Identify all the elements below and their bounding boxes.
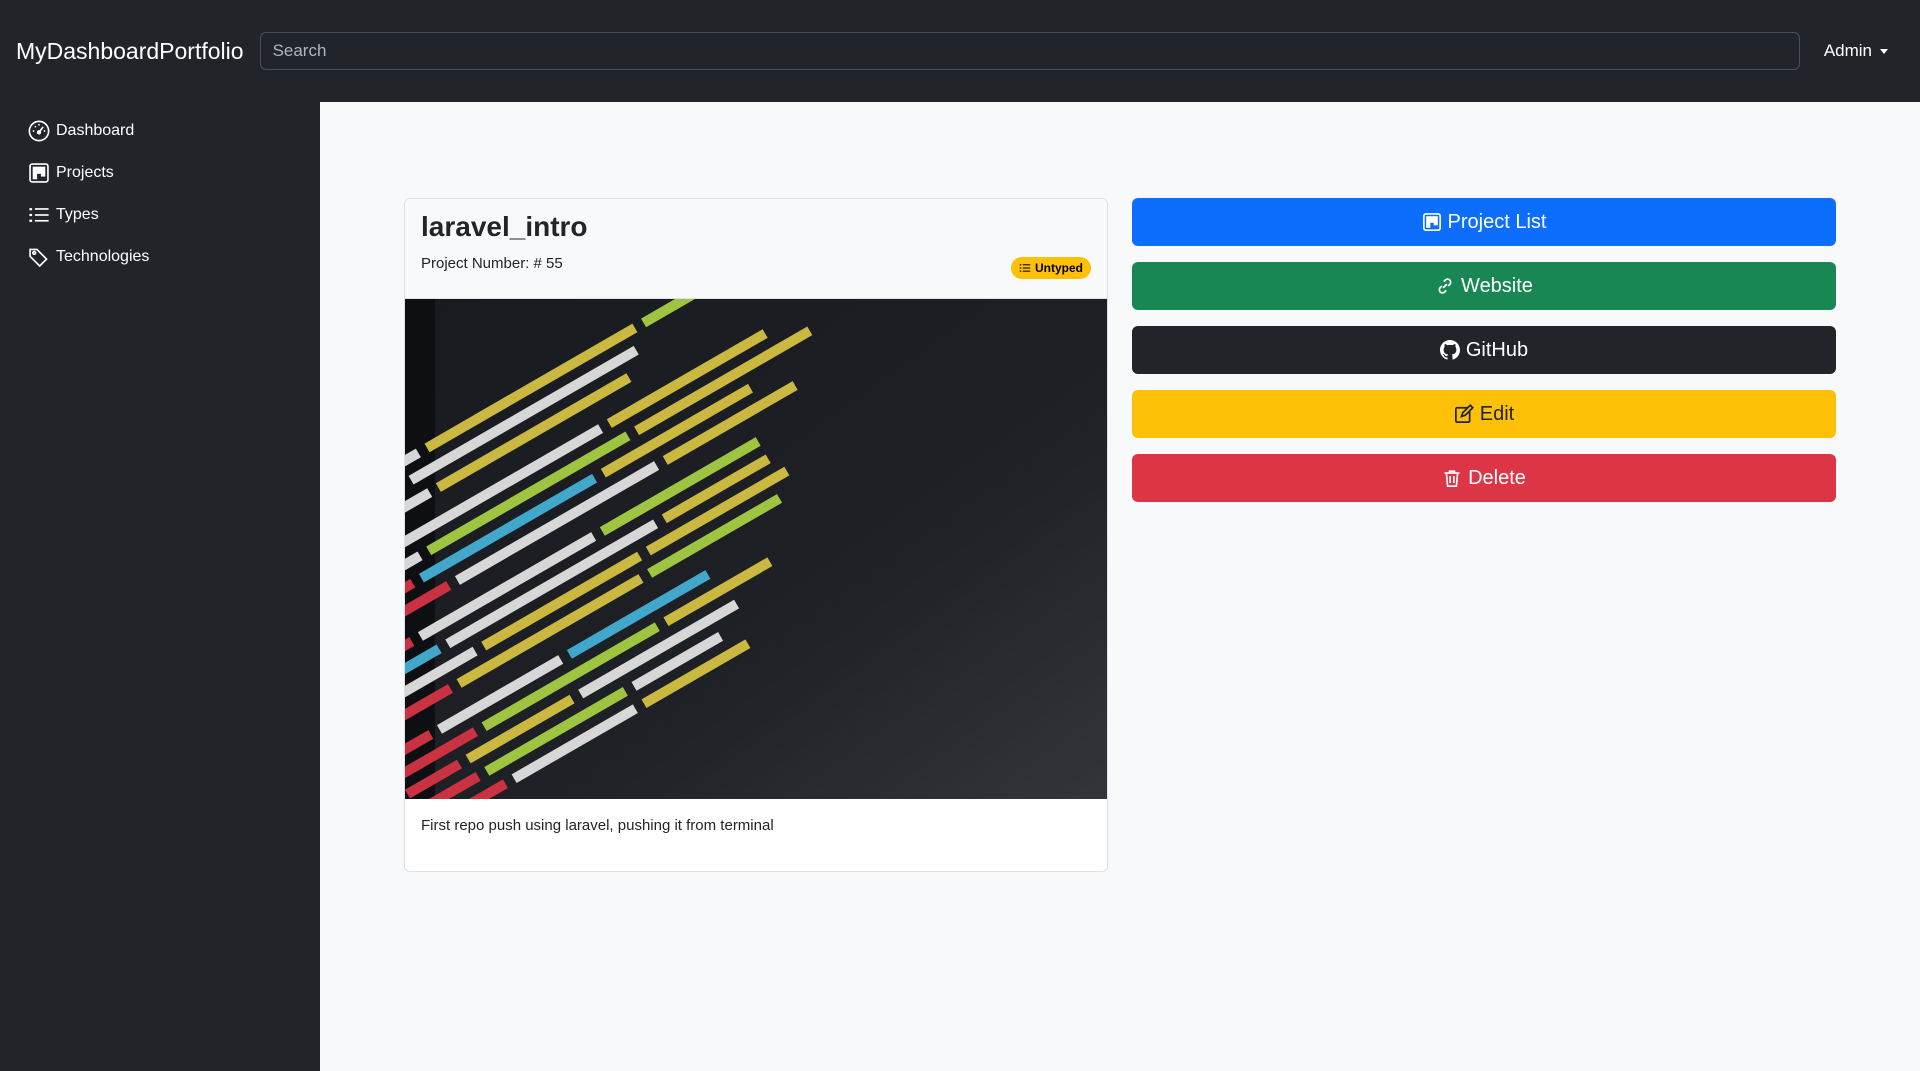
- project-card: laravel_intro Project Number: # 55 Untyp…: [404, 198, 1108, 872]
- sidebar-item-projects[interactable]: Projects: [0, 152, 320, 194]
- button-label: Website: [1461, 274, 1533, 297]
- website-button[interactable]: Website: [1132, 262, 1836, 310]
- edit-button[interactable]: Edit: [1132, 390, 1836, 438]
- button-label: Delete: [1468, 466, 1526, 489]
- project-image: [405, 299, 1107, 799]
- button-label: Project List: [1447, 210, 1547, 233]
- type-badge: Untyped: [1011, 257, 1091, 279]
- sidebar-item-label: Projects: [56, 164, 114, 181]
- button-label: Edit: [1479, 402, 1515, 425]
- admin-label: Admin: [1823, 41, 1872, 60]
- action-buttons: Project List Website GitHub Edit Delete: [1132, 198, 1836, 502]
- tags-icon: [29, 248, 48, 268]
- delete-button[interactable]: Delete: [1132, 454, 1836, 502]
- list-icon: [29, 208, 49, 222]
- github-button[interactable]: GitHub: [1132, 326, 1836, 374]
- project-list-button[interactable]: Project List: [1132, 198, 1836, 246]
- sidebar-item-types[interactable]: Types: [0, 194, 320, 236]
- sidebar-item-label: Technologies: [56, 248, 150, 265]
- github-icon: [1439, 340, 1460, 360]
- sidebar: Dashboard Projects Types Technologies: [0, 102, 320, 1071]
- sidebar-item-label: Dashboard: [56, 122, 135, 139]
- sidebar-item-label: Types: [56, 206, 99, 223]
- link-icon: [1438, 278, 1452, 294]
- sidebar-item-technologies[interactable]: Technologies: [0, 236, 320, 278]
- sidebar-item-dashboard[interactable]: Dashboard: [0, 110, 320, 152]
- kanban-icon: [29, 163, 49, 183]
- list-icon: [1019, 264, 1031, 272]
- admin-dropdown[interactable]: Admin: [1824, 41, 1888, 61]
- search-input[interactable]: [259, 32, 1800, 70]
- speedometer-icon: [28, 120, 50, 142]
- project-title: laravel_intro: [421, 211, 588, 242]
- top-navbar: MyDashboardPortfolio Admin: [0, 0, 1920, 102]
- trash-icon: [1444, 470, 1460, 487]
- caret-down-icon: [1880, 48, 1888, 54]
- kanban-icon: [1422, 213, 1441, 231]
- brand-link[interactable]: MyDashboardPortfolio: [16, 38, 244, 65]
- badge-label: Untyped: [1035, 261, 1083, 275]
- pencil-square-icon: [1454, 404, 1474, 423]
- card-header: laravel_intro Project Number: # 55 Untyp…: [405, 199, 1107, 299]
- main-content: laravel_intro Project Number: # 55 Untyp…: [320, 102, 1920, 1071]
- project-description: First repo push using laravel, pushing i…: [421, 817, 774, 834]
- button-label: GitHub: [1465, 338, 1529, 361]
- project-number: Project Number: # 55: [421, 255, 563, 272]
